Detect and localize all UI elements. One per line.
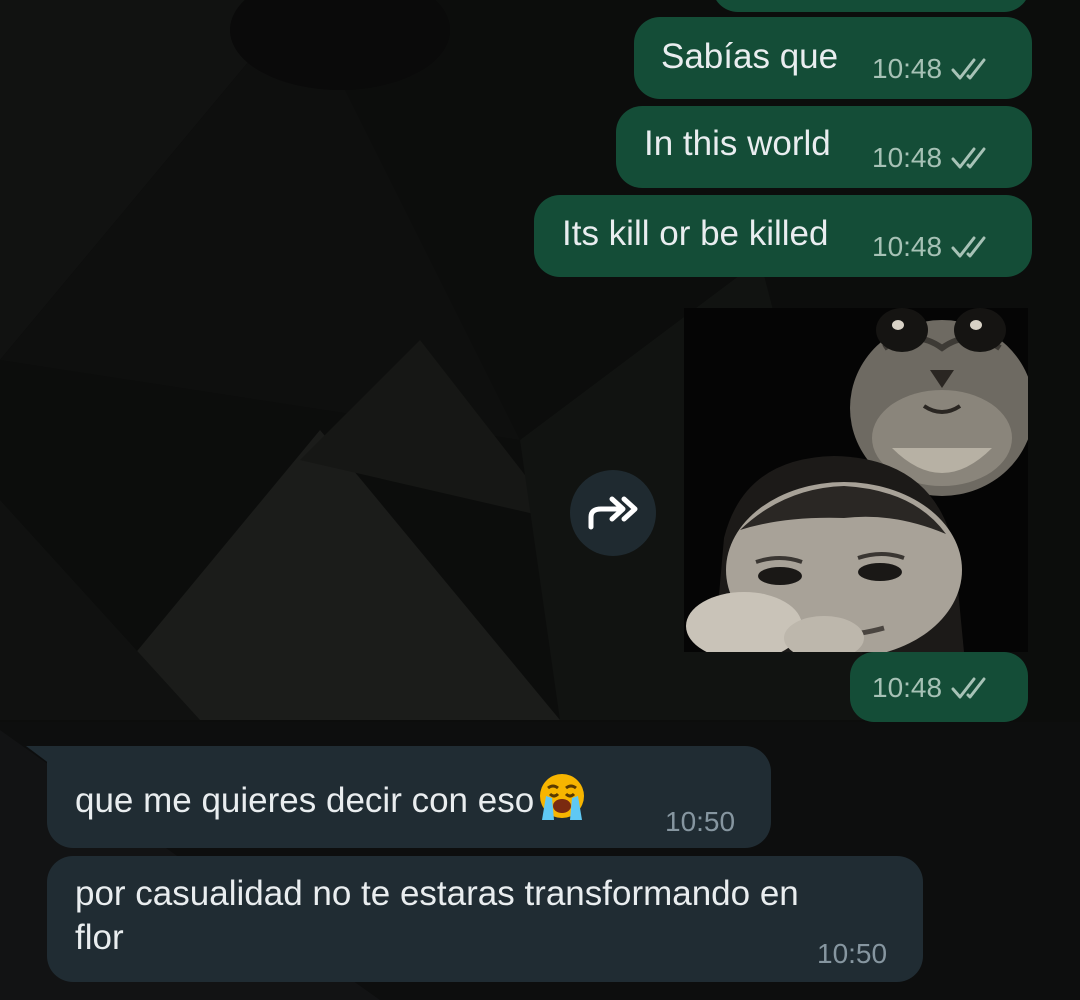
loudly-crying-face-emoji <box>540 774 585 820</box>
message-text-line: por casualidad no te estaras transforman… <box>75 874 799 913</box>
message-meta: 10:50 <box>817 938 887 970</box>
message-meta: 10:48 <box>872 142 992 174</box>
message-meta: 10:50 <box>665 806 735 838</box>
message-text: Its kill or be killed <box>562 214 829 253</box>
outgoing-message[interactable]: Sabías que 10:48 <box>634 17 1032 99</box>
meme-image <box>684 308 1028 652</box>
message-meta: 10:48 <box>872 231 992 263</box>
double-check-icon <box>951 58 986 80</box>
message-text: Sabías que <box>661 37 839 76</box>
partial-outgoing-bubble[interactable] <box>712 0 1030 12</box>
double-check-icon <box>951 677 986 699</box>
incoming-message[interactable]: que me quieres decir con eso 10:50 <box>47 746 771 848</box>
forward-icon <box>588 496 638 530</box>
incoming-message[interactable]: por casualidad no te estaras transforman… <box>47 856 923 982</box>
image-meta-bubble: 10:48 <box>850 652 1028 722</box>
double-check-icon <box>951 147 986 169</box>
message-time: 10:48 <box>872 231 943 262</box>
outgoing-message[interactable]: Its kill or be killed 10:48 <box>534 195 1032 277</box>
double-check-icon <box>951 236 986 258</box>
message-text: In this world <box>644 124 831 163</box>
message-text-content: que me quieres decir con eso <box>75 781 535 820</box>
message-text: que me quieres decir con eso <box>75 772 588 824</box>
message-time: 10:48 <box>872 142 943 173</box>
message-meta: 10:48 <box>872 672 992 704</box>
image-message[interactable] <box>684 308 1028 652</box>
message-text-line: flor <box>75 918 124 957</box>
message-time: 10:50 <box>665 806 736 837</box>
message-time: 10:50 <box>817 938 888 969</box>
message-time: 10:48 <box>872 672 943 703</box>
forward-button[interactable] <box>570 470 656 556</box>
message-time: 10:48 <box>872 53 943 84</box>
outgoing-message[interactable]: In this world 10:48 <box>616 106 1032 188</box>
message-meta: 10:48 <box>872 53 992 85</box>
